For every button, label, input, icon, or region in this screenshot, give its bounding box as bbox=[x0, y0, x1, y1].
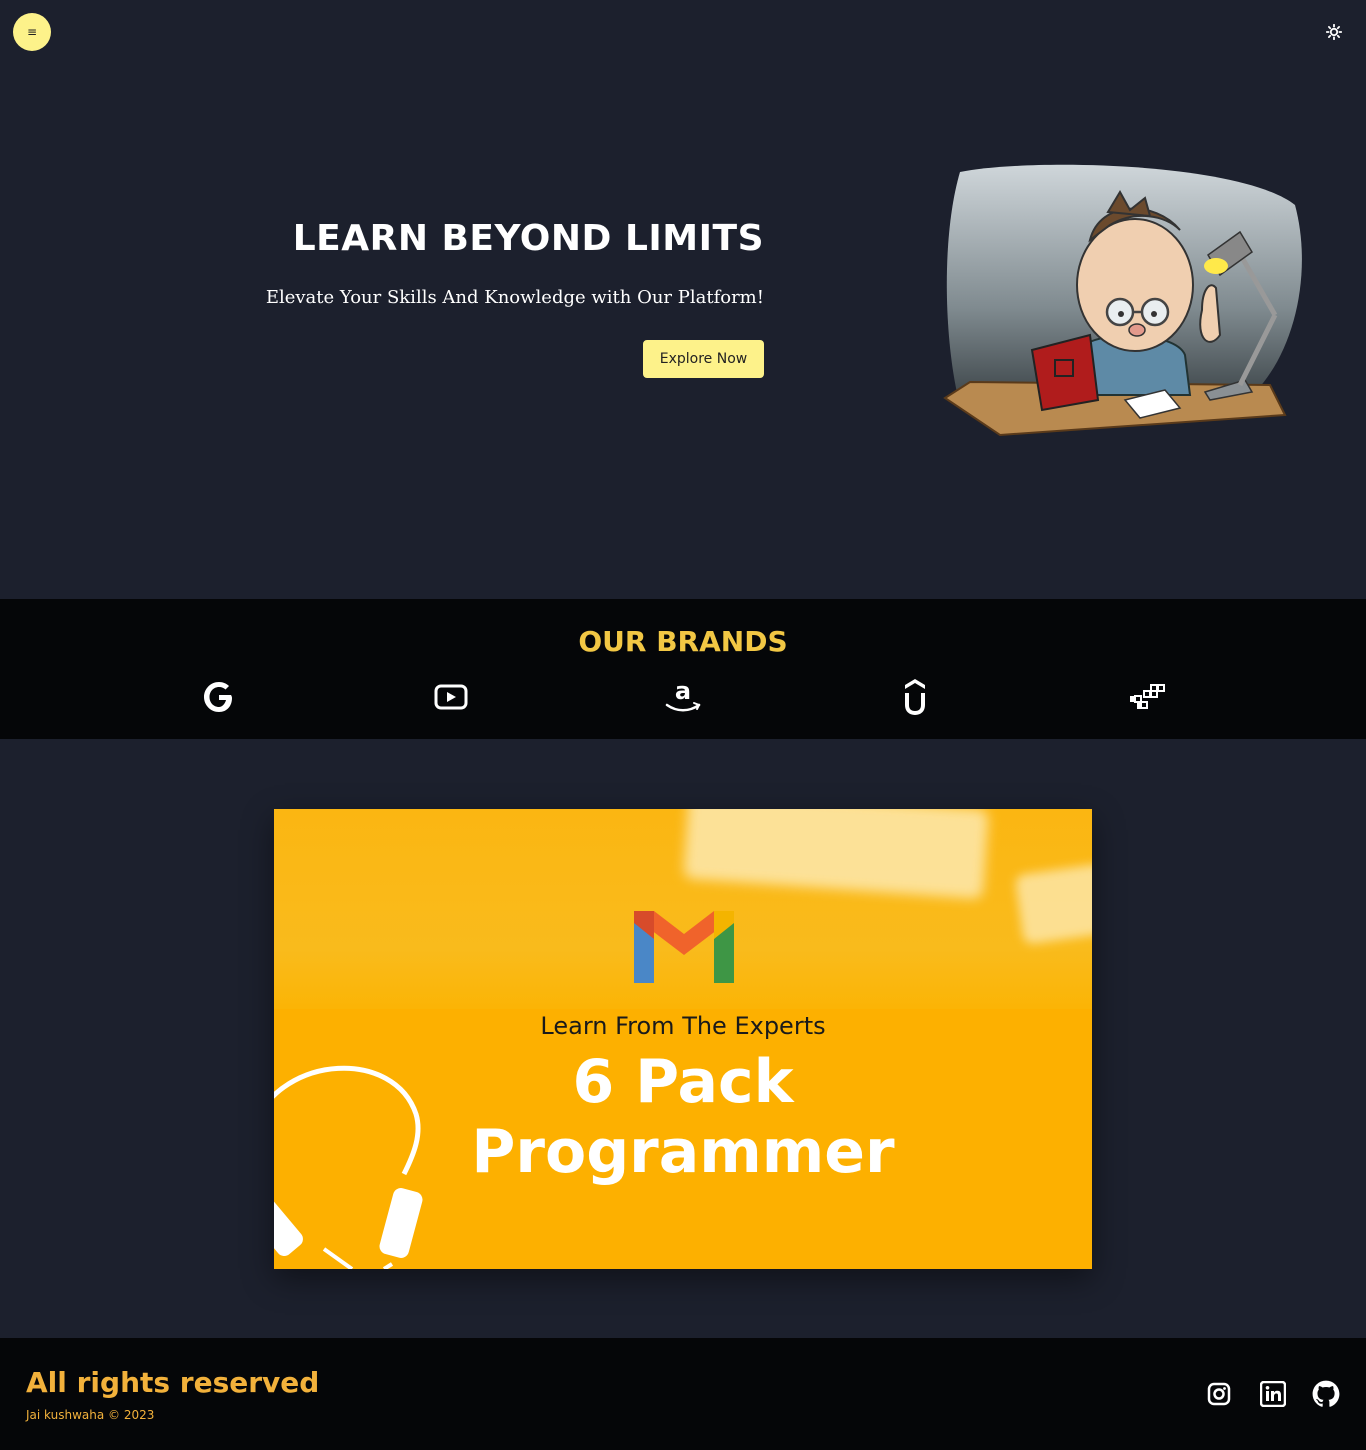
footer-copyright: Jai kushwaha © 2023 bbox=[26, 1408, 155, 1422]
udemy-link[interactable] bbox=[895, 677, 935, 717]
linkedin-icon bbox=[1260, 1381, 1286, 1407]
theme-toggle-button[interactable] bbox=[1324, 22, 1344, 42]
amazon-icon: a bbox=[665, 677, 701, 712]
promo-banner[interactable]: Learn From The Experts 6 Pack Programmer bbox=[274, 809, 1092, 1269]
promo-title-line1: 6 Pack bbox=[572, 1047, 794, 1117]
google-icon bbox=[204, 682, 232, 712]
hero-subtitle: Elevate Your Skills And Knowledge with O… bbox=[265, 287, 764, 308]
menu-icon: ≡ bbox=[26, 25, 38, 39]
promo-decoration bbox=[1014, 863, 1092, 945]
gmail-icon bbox=[634, 911, 734, 983]
brands-title: OUR BRANDS bbox=[578, 625, 788, 658]
explore-now-button[interactable]: Explore Now bbox=[643, 340, 764, 378]
coursera-link[interactable] bbox=[1127, 677, 1167, 717]
instagram-icon bbox=[1207, 1382, 1231, 1406]
hero-title: LEARN BEYOND LIMITS bbox=[292, 218, 764, 259]
promo-title: 6 Pack Programmer bbox=[274, 1047, 1092, 1187]
promo-kicker: Learn From The Experts bbox=[540, 1012, 826, 1040]
reading-man-illustration bbox=[943, 164, 1302, 437]
sun-icon bbox=[1326, 24, 1342, 40]
amazon-link[interactable]: a bbox=[663, 677, 703, 717]
brands-section: OUR BRANDS a bbox=[0, 599, 1366, 739]
promo-title-line2: Programmer bbox=[471, 1117, 895, 1187]
youtube-link[interactable] bbox=[431, 677, 471, 717]
github-link[interactable] bbox=[1312, 1380, 1340, 1408]
google-link[interactable] bbox=[199, 677, 239, 717]
coursera-icon bbox=[1130, 684, 1165, 709]
github-icon bbox=[1312, 1380, 1340, 1407]
youtube-icon bbox=[434, 684, 468, 710]
udemy-icon bbox=[905, 679, 925, 716]
linkedin-link[interactable] bbox=[1259, 1380, 1287, 1408]
instagram-link[interactable] bbox=[1205, 1380, 1233, 1408]
footer: All rights reserved Jai kushwaha © 2023 bbox=[0, 1338, 1366, 1450]
menu-button[interactable]: ≡ bbox=[13, 13, 51, 51]
footer-title: All rights reserved bbox=[26, 1366, 320, 1399]
svg-text:a: a bbox=[675, 677, 691, 705]
